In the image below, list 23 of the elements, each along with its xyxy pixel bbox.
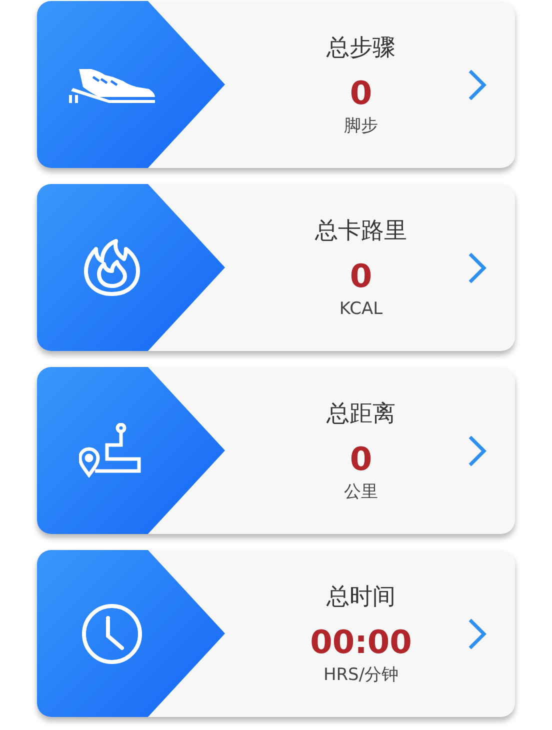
chevron-right-icon[interactable] [467,616,487,650]
stat-title: 总距离 [326,400,396,428]
stat-value: 0 [350,438,372,480]
stat-unit: 脚步 [344,114,378,136]
chevron-right-icon[interactable] [467,68,487,102]
stat-value: 00:00 [310,622,412,662]
chevron-right-icon[interactable] [467,250,487,284]
flame-icon [82,238,142,296]
stat-title: 总步骤 [326,34,396,62]
clock-icon [80,602,144,666]
stat-unit: 公里 [344,480,378,502]
stat-card[interactable]: 总步骤 0 脚步 [37,1,515,168]
stat-unit: HRS/分钟 [323,664,399,686]
stat-card[interactable]: 总卡路里 0 KCAL [37,184,515,351]
shoe-icon [69,66,155,102]
stat-title: 总时间 [326,582,396,612]
stat-card[interactable]: 总距离 0 公里 [37,367,515,534]
stat-title: 总卡路里 [315,216,407,246]
stat-unit: KCAL [339,298,383,320]
stat-value: 0 [350,72,372,114]
stat-value: 0 [350,256,372,296]
chevron-right-icon[interactable] [467,434,487,468]
stat-card[interactable]: 总时间 00:00 HRS/分钟 [37,550,515,717]
